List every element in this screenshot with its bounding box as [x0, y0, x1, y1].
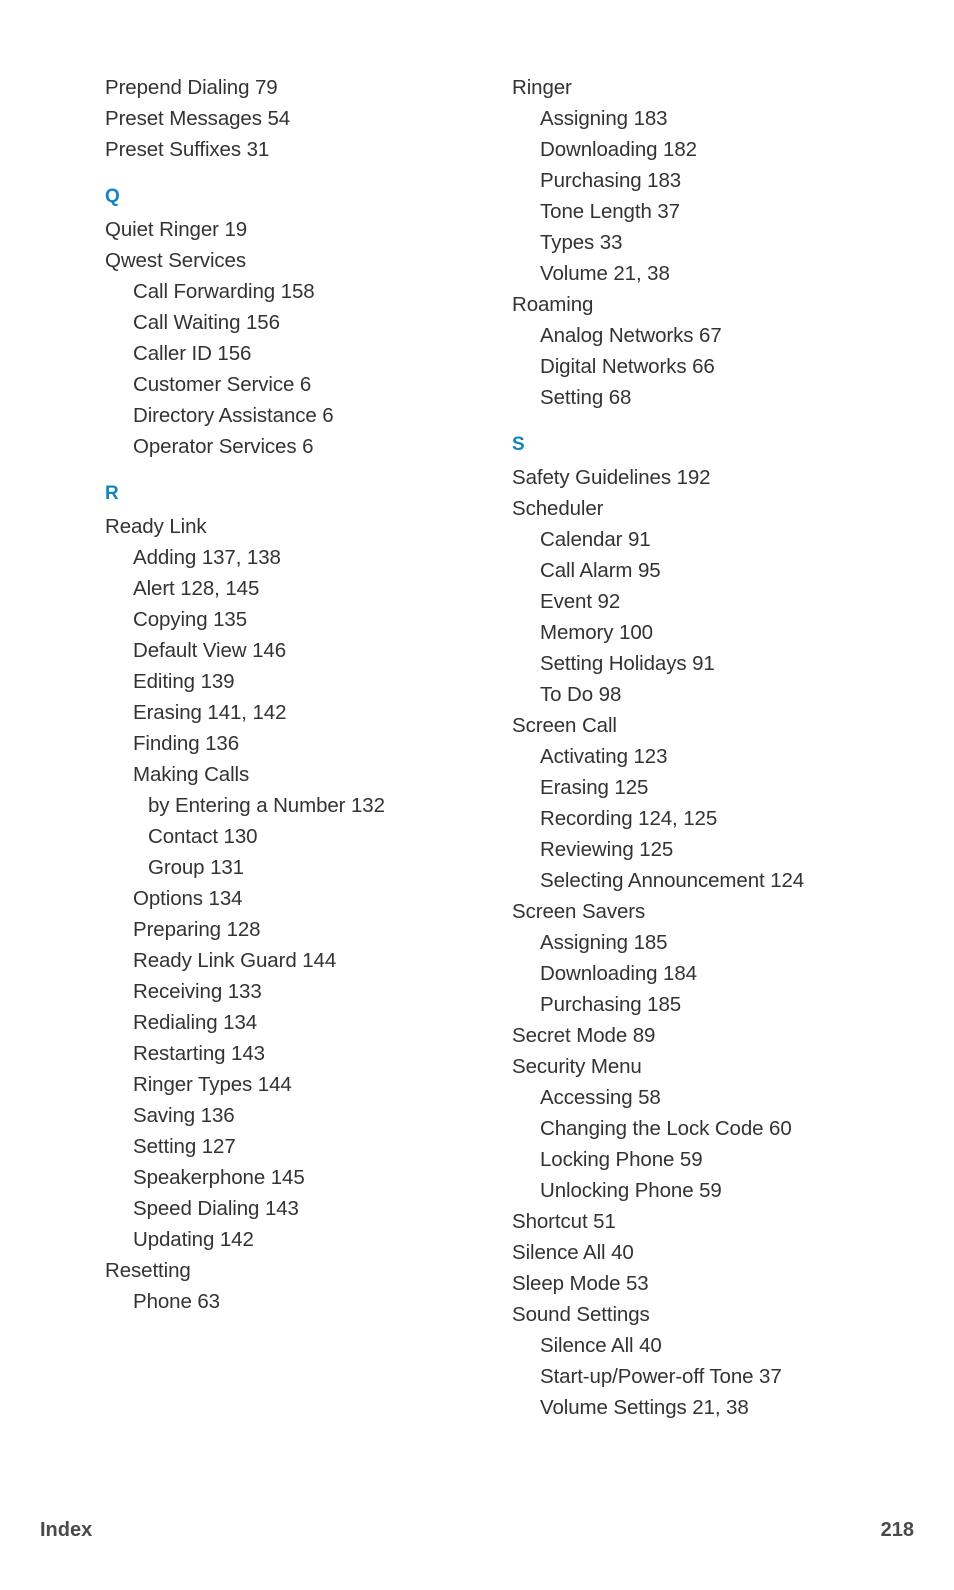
index-entry: Caller ID 156 [133, 342, 252, 365]
index-entry: Recording 124, 125 [540, 807, 718, 830]
index-entry: Ringer Types 144 [133, 1073, 292, 1096]
index-entry: Making Calls [133, 763, 250, 786]
index-entry: To Do 98 [540, 683, 622, 706]
index-entry: Preset Suffixes 31 [105, 138, 270, 161]
index-entry: Preparing 128 [133, 918, 261, 941]
index-entry: Saving 136 [133, 1104, 235, 1127]
index-entry: Silence All 40 [512, 1241, 634, 1264]
letter-heading-r: R [105, 483, 119, 504]
index-entry: Speed Dialing 143 [133, 1197, 299, 1220]
footer-section-label: Index [40, 1519, 93, 1541]
index-entry: Prepend Dialing 79 [105, 76, 278, 99]
index-entry: Selecting Announcement 124 [540, 869, 805, 892]
index-entry: Unlocking Phone 59 [540, 1179, 722, 1202]
letter-heading-q: Q [105, 186, 120, 207]
index-entry: Secret Mode 89 [512, 1024, 656, 1047]
index-entry: Quiet Ringer 19 [105, 218, 248, 241]
index-entry: Purchasing 183 [540, 169, 682, 192]
letter-heading-s: S [512, 434, 525, 455]
footer-page-number: 218 [880, 1519, 914, 1541]
index-entry: Group 131 [148, 856, 244, 879]
index-entry: Volume Settings 21, 38 [540, 1396, 749, 1419]
index-entry: Downloading 182 [540, 138, 697, 161]
index-entry: Screen Call [512, 714, 617, 737]
index-entry: Silence All 40 [540, 1334, 662, 1357]
index-entry: Analog Networks 67 [540, 324, 722, 347]
index-entry: Activating 123 [540, 745, 668, 768]
index-entry: Assigning 185 [540, 931, 668, 954]
index-entry: by Entering a Number 132 [148, 794, 385, 817]
index-entry: Customer Service 6 [133, 373, 312, 396]
index-entry: Receiving 133 [133, 980, 262, 1003]
index-entry: Ready Link [105, 515, 207, 538]
index-entry: Phone 63 [133, 1290, 220, 1313]
index-entry: Contact 130 [148, 825, 258, 848]
index-entry: Digital Networks 66 [540, 355, 715, 378]
index-entry: Ringer [512, 76, 572, 99]
index-entry: Roaming [512, 293, 594, 316]
index-entry: Safety Guidelines 192 [512, 466, 711, 489]
index-entry: Assigning 183 [540, 107, 668, 130]
page-footer: Index 218 [40, 1519, 914, 1542]
index-columns: Prepend Dialing 79 Preset Messages 54 Pres… [0, 72, 954, 1423]
index-entry: Purchasing 185 [540, 993, 682, 1016]
index-entry: Ready Link Guard 144 [133, 949, 337, 972]
index-entry: Start-up/Power-off Tone 37 [540, 1365, 782, 1388]
index-entry: Scheduler [512, 497, 604, 520]
index-entry: Call Forwarding 158 [133, 280, 315, 303]
index-entry: Erasing 125 [540, 776, 649, 799]
index-entry: Call Alarm 95 [540, 559, 661, 582]
index-entry: Reviewing 125 [540, 838, 674, 861]
index-entry: Qwest Services [105, 249, 246, 272]
index-entry: Event 92 [540, 590, 621, 613]
left-column: Prepend Dialing 79 Preset Messages 54 Pres… [0, 72, 407, 1317]
index-entry: Types 33 [540, 231, 623, 254]
index-entry: Options 134 [133, 887, 243, 910]
index-page: Prepend Dialing 79 Preset Messages 54 Pres… [0, 0, 954, 1590]
index-entry: Operator Services 6 [133, 435, 314, 458]
index-entry: Locking Phone 59 [540, 1148, 703, 1171]
index-entry: Speakerphone 145 [133, 1166, 305, 1189]
index-entry: Setting 127 [133, 1135, 236, 1158]
index-entry: Accessing 58 [540, 1086, 661, 1109]
index-entry: Finding 136 [133, 732, 240, 755]
index-entry: Memory 100 [540, 621, 653, 644]
index-entry: Updating 142 [133, 1228, 254, 1251]
index-entry: Shortcut 51 [512, 1210, 616, 1233]
index-entry: Default View 146 [133, 639, 287, 662]
index-entry: Calendar 91 [540, 528, 651, 551]
index-entry: Editing 139 [133, 670, 235, 693]
index-entry: Downloading 184 [540, 962, 697, 985]
index-entry: Volume 21, 38 [540, 262, 670, 285]
index-entry: Directory Assistance 6 [133, 404, 334, 427]
index-entry: Tone Length 37 [540, 200, 680, 223]
right-column: Ringer Assigning 183 Downloading 182 Purcha… [407, 72, 814, 1423]
index-entry: Erasing 141, 142 [133, 701, 287, 724]
index-entry: Restarting 143 [133, 1042, 265, 1065]
index-entry: Security Menu [512, 1055, 642, 1078]
index-entry: Screen Savers [512, 900, 646, 923]
index-entry: Resetting [105, 1259, 191, 1282]
index-entry: Sleep Mode 53 [512, 1272, 649, 1295]
index-entry: Redialing 134 [133, 1011, 258, 1034]
index-entry: Adding 137, 138 [133, 546, 281, 569]
index-entry: Changing the Lock Code 60 [540, 1117, 792, 1140]
index-entry: Setting Holidays 91 [540, 652, 715, 675]
index-entry: Preset Messages 54 [105, 107, 291, 130]
index-entry: Copying 135 [133, 608, 248, 631]
index-entry: Call Waiting 156 [133, 311, 280, 334]
index-entry: Alert 128, 145 [133, 577, 260, 600]
index-entry: Setting 68 [540, 386, 632, 409]
index-entry: Sound Settings [512, 1303, 650, 1326]
